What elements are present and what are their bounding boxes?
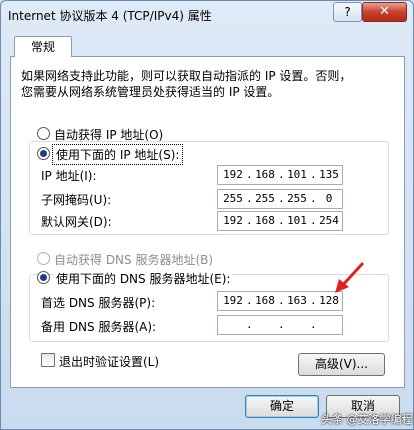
octet: 135 bbox=[319, 168, 339, 181]
advanced-button[interactable]: 高级(V)... bbox=[298, 353, 385, 376]
help-button[interactable]: ? bbox=[333, 2, 362, 22]
octet: 168 bbox=[255, 214, 275, 227]
radio-auto-dns-label[interactable]: 自动获得 DNS 服务器地址(B) bbox=[54, 251, 213, 268]
radio-auto-dns[interactable] bbox=[37, 252, 50, 265]
radio-auto-ip[interactable] bbox=[37, 127, 50, 140]
octet: 101 bbox=[287, 214, 307, 227]
validate-checkbox-label[interactable]: 退出时验证设置(L) bbox=[59, 353, 159, 370]
octet: 254 bbox=[319, 214, 339, 227]
default-gateway-field[interactable]: 192. 168. 101. 254 bbox=[217, 211, 343, 231]
radio-manual-ip-label[interactable]: 使用下面的 IP 地址(S): bbox=[51, 144, 184, 165]
default-gateway-label: 默认网关(D): bbox=[41, 215, 112, 229]
close-icon: ✕ bbox=[379, 4, 390, 19]
octet: 192 bbox=[223, 168, 243, 181]
ip-address-field[interactable]: 192. 168. 101. 135 bbox=[217, 165, 343, 185]
title-bar[interactable]: Internet 协议版本 4 (TCP/IPv4) 属性 ? ✕ bbox=[1, 1, 413, 27]
octet: 168 bbox=[255, 294, 275, 307]
octet: 255 bbox=[287, 192, 307, 205]
dialog-window: Internet 协议版本 4 (TCP/IPv4) 属性 ? ✕ 常规 如果网… bbox=[0, 0, 414, 430]
octet: 192 bbox=[223, 214, 243, 227]
annotation-arrow-icon bbox=[335, 261, 365, 293]
description-line-2: 您需要从网络系统管理员处获得适当的 IP 设置。 bbox=[21, 85, 280, 99]
preferred-dns-label: 首选 DNS 服务器(P): bbox=[41, 296, 156, 310]
radio-manual-dns-label[interactable]: 使用下面的 DNS 服务器地址(E): bbox=[54, 270, 233, 287]
ok-button[interactable]: 确定 bbox=[245, 395, 319, 418]
watermark: 头条 @艾洛学编程 bbox=[321, 413, 413, 426]
subnet-mask-label: 子网掩码(U): bbox=[41, 193, 112, 207]
octet: 255 bbox=[255, 192, 275, 205]
octet: 192 bbox=[223, 294, 243, 307]
description-line-1: 如果网络支持此功能，则可以获取自动指派的 IP 设置。否则， bbox=[21, 69, 352, 83]
ip-address-label: IP 地址(I): bbox=[41, 169, 97, 183]
tab-general[interactable]: 常规 bbox=[14, 36, 72, 57]
subnet-mask-field[interactable]: 255. 255. 255. 0 bbox=[217, 189, 343, 209]
octet: 163 bbox=[287, 294, 307, 307]
radio-manual-ip[interactable] bbox=[37, 147, 50, 160]
octet: 255 bbox=[223, 192, 243, 205]
radio-auto-ip-label[interactable]: 自动获得 IP 地址(O) bbox=[54, 126, 163, 143]
alternate-dns-field[interactable]: . . . bbox=[217, 315, 343, 335]
window-title: Internet 协议版本 4 (TCP/IPv4) 属性 bbox=[8, 9, 212, 23]
alternate-dns-label: 备用 DNS 服务器(A): bbox=[41, 320, 157, 334]
preferred-dns-field[interactable]: 192. 168. 163. 128 bbox=[217, 291, 343, 311]
octet: 0 bbox=[325, 192, 333, 205]
radio-manual-dns[interactable] bbox=[37, 271, 50, 284]
validate-checkbox[interactable] bbox=[41, 353, 55, 367]
close-button[interactable]: ✕ bbox=[362, 2, 407, 22]
description-text: 如果网络支持此功能，则可以获取自动指派的 IP 设置。否则， 您需要从网络系统管… bbox=[21, 68, 381, 100]
octet: 101 bbox=[287, 168, 307, 181]
octet: 168 bbox=[255, 168, 275, 181]
